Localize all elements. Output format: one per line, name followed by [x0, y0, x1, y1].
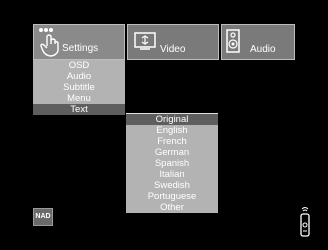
tab-settings-label: Settings — [62, 43, 99, 54]
submenu-item-other[interactable]: Other — [126, 202, 218, 213]
tab-video[interactable]: Video — [127, 24, 219, 60]
tab-audio-label: Audio — [250, 44, 276, 55]
menu-item-text[interactable]: Text — [33, 104, 125, 115]
speaker-icon — [226, 29, 240, 53]
menu-item-audio[interactable]: Audio — [33, 71, 125, 82]
menu-item-menu[interactable]: Menu — [33, 93, 125, 104]
submenu-item-german[interactable]: German — [126, 147, 218, 158]
submenu-item-english[interactable]: English — [126, 125, 218, 136]
tab-audio[interactable]: Audio — [221, 24, 295, 60]
menu-item-subtitle[interactable]: Subtitle — [33, 82, 125, 93]
menu-item-osd[interactable]: OSD — [33, 60, 125, 71]
submenu-item-swedish[interactable]: Swedish — [126, 180, 218, 191]
tab-video-label: Video — [160, 44, 186, 55]
tab-settings[interactable]: Settings — [33, 24, 125, 60]
text-language-submenu: Original English French German Spanish I… — [126, 113, 218, 213]
monitor-icon — [134, 32, 156, 50]
submenu-item-french[interactable]: French — [126, 136, 218, 147]
hand-pointer-icon — [39, 28, 59, 57]
remote-control-icon — [300, 207, 310, 237]
submenu-item-original[interactable]: Original — [126, 114, 218, 125]
nad-logo: NAD — [33, 208, 53, 226]
submenu-item-italian[interactable]: Italian — [126, 169, 218, 180]
submenu-item-spanish[interactable]: Spanish — [126, 158, 218, 169]
submenu-item-portuguese[interactable]: Portuguese — [126, 191, 218, 202]
settings-menu: OSD Audio Subtitle Menu Text — [33, 60, 125, 115]
